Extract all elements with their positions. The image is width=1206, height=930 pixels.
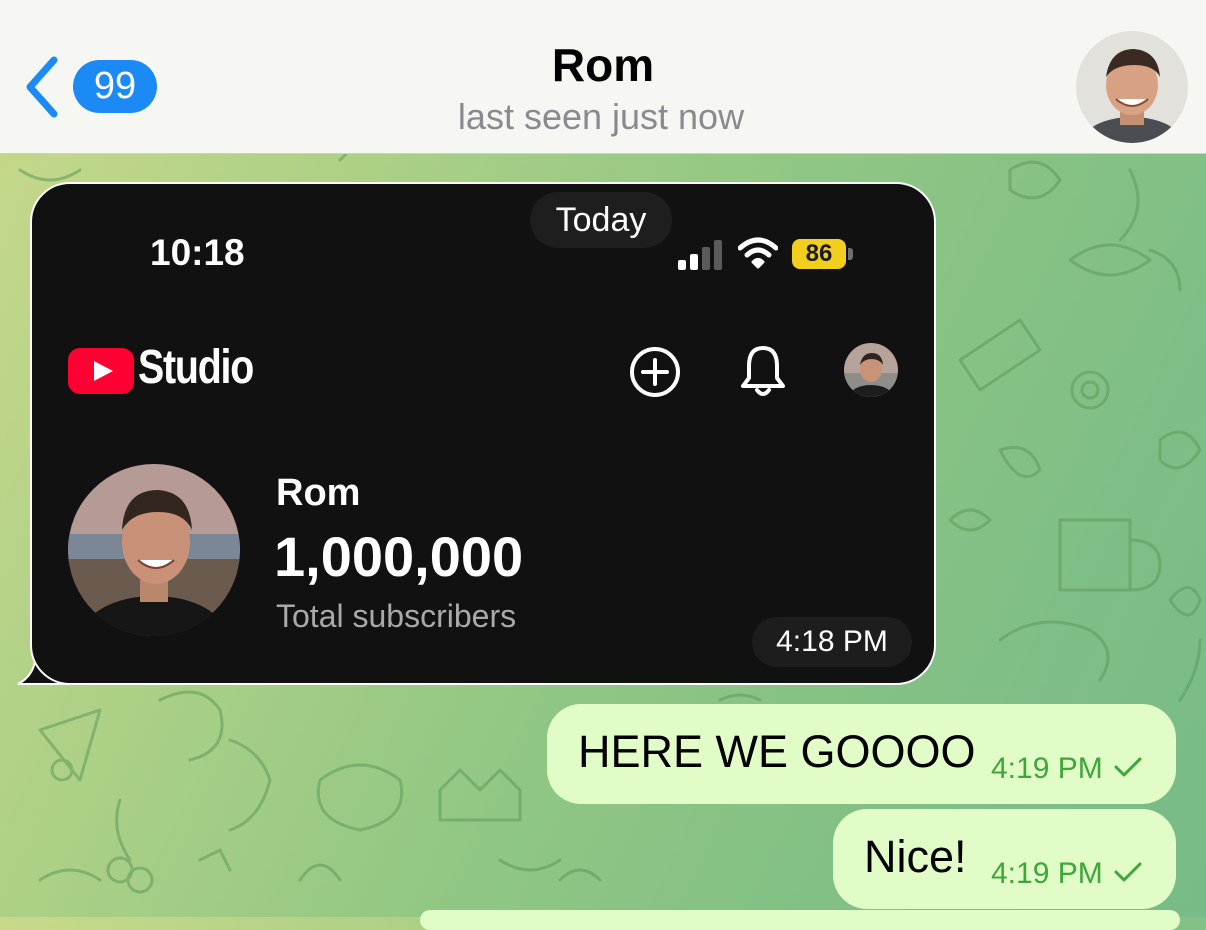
bell-icon — [741, 346, 785, 396]
youtube-logo-icon — [68, 348, 134, 394]
message-timestamp: 4:18 PM — [752, 617, 912, 667]
outgoing-message[interactable] — [420, 910, 1180, 930]
back-button[interactable]: 99 — [18, 52, 168, 122]
battery-indicator: 86 — [792, 239, 854, 269]
last-seen-status: last seen just now — [457, 96, 745, 137]
check-icon — [1114, 757, 1142, 777]
add-circle-icon — [630, 347, 680, 397]
unread-count-badge: 99 — [73, 60, 157, 113]
contact-avatar[interactable] — [1076, 31, 1188, 143]
app-name: Studio — [138, 341, 254, 394]
chevron-left-icon — [26, 56, 58, 118]
message-text: Nice! — [864, 831, 967, 882]
outgoing-message[interactable]: Nice! 4:19 PM — [833, 809, 1176, 909]
cellular-signal-icon — [678, 240, 722, 270]
date-separator: Today — [530, 192, 672, 248]
account-avatar — [844, 343, 898, 397]
message-text: HERE WE GOOOO — [578, 726, 976, 777]
battery-level: 86 — [792, 239, 846, 269]
message-meta: 4:19 PM — [991, 752, 1143, 786]
chat-header: 99 Rom last seen just now — [0, 0, 1206, 154]
message-timestamp: 4:19 PM — [991, 752, 1103, 785]
check-icon — [1114, 862, 1142, 882]
message-meta: 4:19 PM — [991, 857, 1143, 891]
chat-title[interactable]: Rom — [403, 38, 803, 92]
channel-name: Rom — [276, 472, 361, 514]
status-bar-time: 10:18 — [150, 232, 245, 273]
outgoing-message[interactable]: HERE WE GOOOO 4:19 PM — [547, 704, 1176, 804]
subscriber-label: Total subscribers — [276, 598, 517, 634]
subscriber-count: 1,000,000 — [274, 525, 524, 588]
wifi-icon — [738, 237, 778, 269]
channel-avatar — [68, 464, 240, 636]
message-timestamp: 4:19 PM — [991, 857, 1103, 890]
